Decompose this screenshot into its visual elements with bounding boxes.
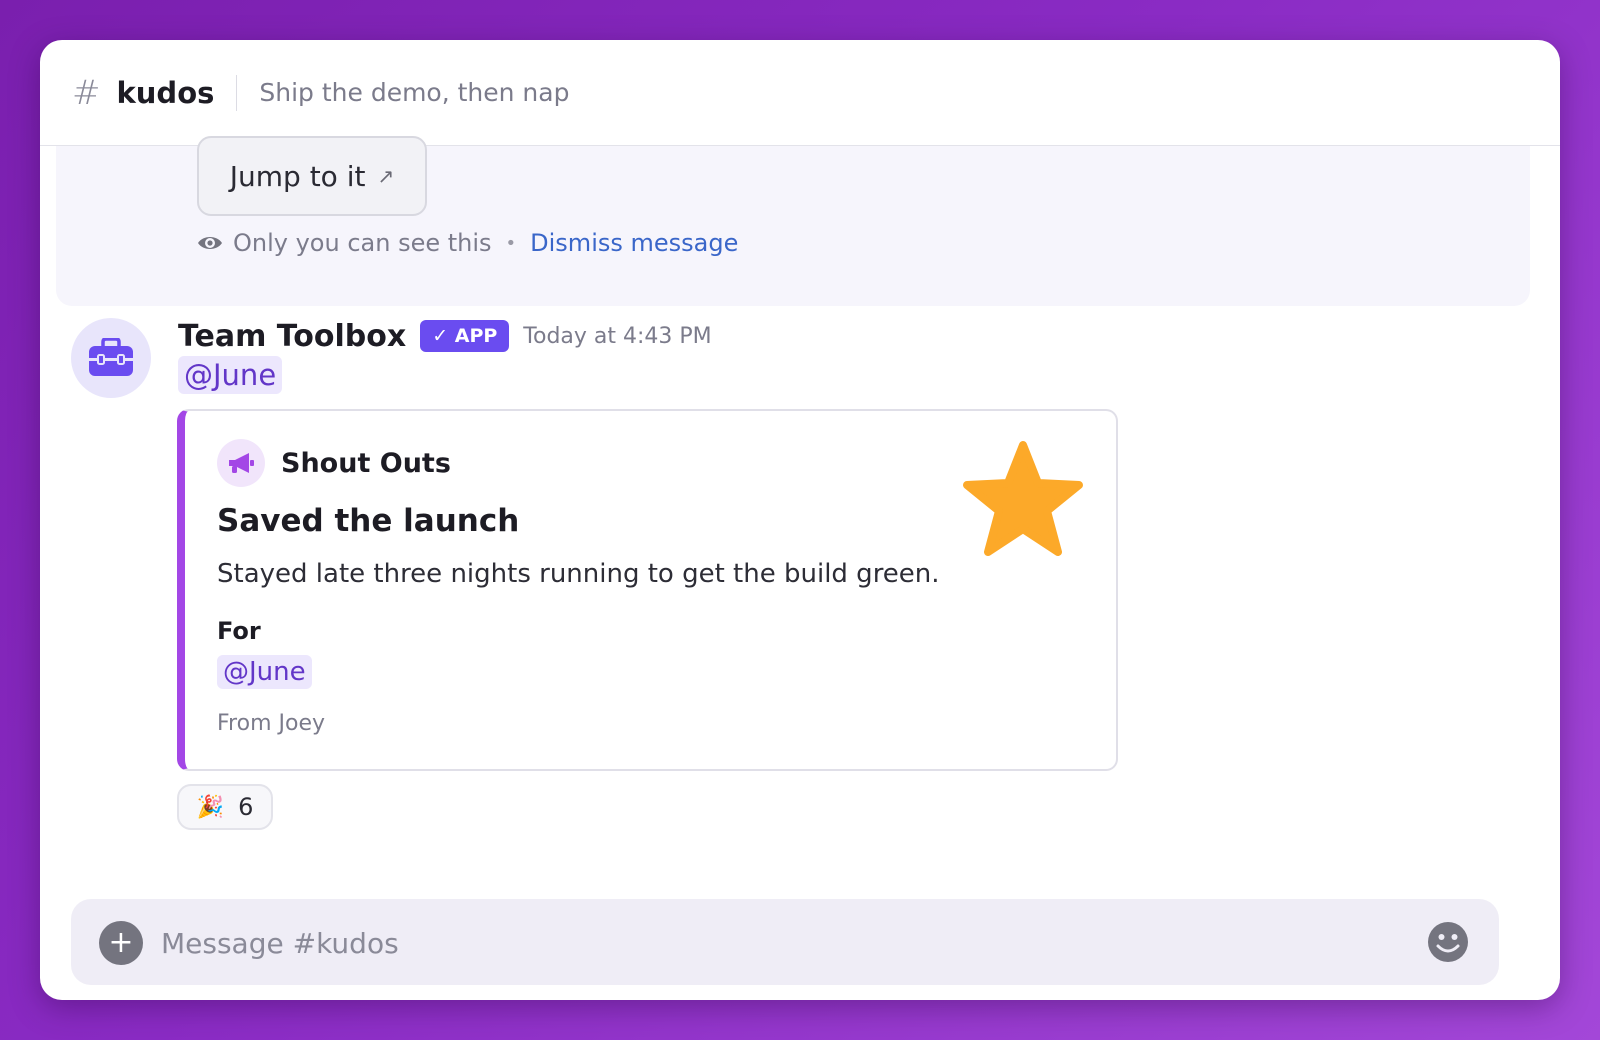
plus-icon: + xyxy=(108,925,134,960)
card-source-name: Shout Outs xyxy=(281,447,451,479)
reaction-pill[interactable]: 🎉 6 xyxy=(177,784,273,830)
ephemeral-message: Jump to it ↗ Only you can see this • Dis… xyxy=(56,136,1530,306)
card-user-mention[interactable]: @June xyxy=(217,655,312,689)
eye-icon xyxy=(198,237,222,249)
star-icon xyxy=(963,441,1083,556)
megaphone-icon xyxy=(217,439,265,487)
party-popper-icon: 🎉 xyxy=(196,794,225,820)
message-input[interactable] xyxy=(161,921,1411,965)
header-divider xyxy=(236,74,238,111)
sender-name[interactable]: Team Toolbox xyxy=(178,319,406,354)
user-mention[interactable]: @June xyxy=(178,356,283,394)
external-arrow-icon: ↗ xyxy=(377,164,395,188)
card-body: Stayed late three nights running to get … xyxy=(217,559,940,589)
jump-to-it-button[interactable]: Jump to it ↗ xyxy=(197,136,427,216)
channel-name[interactable]: kudos xyxy=(117,76,215,110)
hash-icon: # xyxy=(72,72,101,113)
jump-button-label: Jump to it xyxy=(229,159,366,193)
emoji-picker-icon[interactable] xyxy=(1427,921,1469,963)
card-from: From Joey xyxy=(217,711,326,736)
app-avatar[interactable] xyxy=(71,318,151,398)
reaction-count: 6 xyxy=(238,793,254,821)
channel-topic: Ship the demo, then nap xyxy=(259,78,570,107)
add-attachment-button[interactable]: + xyxy=(99,921,143,965)
channel-header: # kudos Ship the demo, then nap xyxy=(40,40,1560,146)
app-badge: ✓ APP xyxy=(420,320,510,352)
message-composer: + xyxy=(71,899,1499,985)
card-source: Shout Outs xyxy=(217,439,451,487)
card-title: Saved the launch xyxy=(217,503,520,539)
chat-window: # kudos Ship the demo, then nap Jump to … xyxy=(40,40,1560,1000)
visibility-text: Only you can see this xyxy=(233,229,492,257)
separator-dot: • xyxy=(505,232,517,254)
dismiss-message-link[interactable]: Dismiss message xyxy=(530,229,738,257)
message-timestamp[interactable]: Today at 4:43 PM xyxy=(523,324,711,349)
toolbox-icon xyxy=(89,338,133,376)
shoutout-card: Shout Outs Saved the launch Stayed late … xyxy=(177,409,1118,771)
card-for-label: For xyxy=(217,617,261,645)
message-header: Team Toolbox ✓ APP Today at 4:43 PM xyxy=(178,316,712,356)
visibility-note: Only you can see this • Dismiss message xyxy=(197,226,738,260)
